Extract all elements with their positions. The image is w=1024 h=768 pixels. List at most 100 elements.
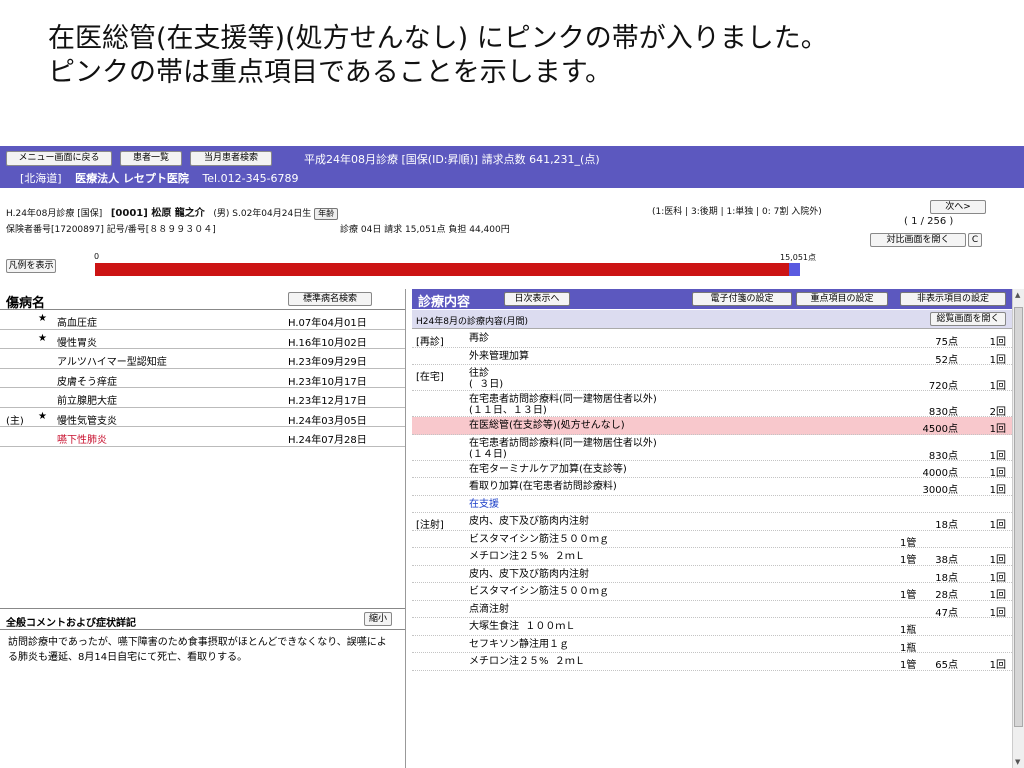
hidden-item-settings-button[interactable]: 非表示項目の設定 [900, 292, 1006, 306]
treatment-points: 830点 [928, 450, 958, 462]
treatment-count: 1回 [989, 572, 1006, 584]
disease-row[interactable]: 嚥下性肺炎 H.24年07月28日 [0, 427, 405, 447]
disease-list: ★ 高血圧症 H.07年04月01日 ★ 慢性胃炎 H.16年10月02日 アルツハイマー型… [0, 310, 405, 447]
treatment-row[interactable]: [再診] 再診 75点 1回 [412, 330, 1012, 348]
daily-view-button[interactable]: 日次表示へ [504, 292, 570, 306]
disease-start-date: H.24年07月28日 [288, 435, 367, 446]
claim-month: H.24年08月診療 [国保] [6, 209, 103, 219]
comment-header: 全般コメントおよび症状詳記 縮小 [0, 608, 405, 630]
treatment-quantity: 1瓶 [900, 642, 917, 654]
main-disease-marker: (主) [6, 415, 24, 427]
treatment-quantity: 1管 [900, 660, 917, 671]
treatment-row[interactable]: メチロン注２５% ２ｍＬ 1管 65点 1回 [412, 653, 1012, 671]
treatment-points: 4000点 [922, 467, 958, 479]
treatment-row[interactable]: セフキソン静注用１ｇ 1瓶 [412, 636, 1012, 654]
treatment-item: 往診 ( ３日) [469, 368, 504, 390]
treatment-item: 在宅ターミナルケア加算(在支診等) [469, 463, 627, 475]
caption-line-1: 在医総管(在支援等)(処方せんなし) にピンクの帯が入りました。 [48, 23, 828, 54]
show-legend-button[interactable]: 凡例を表示 [6, 259, 56, 273]
treatment-row[interactable]: [注射] 皮内、皮下及び筋肉内注射 18点 1回 [412, 513, 1012, 531]
scroll-down-arrow-icon[interactable]: ▼ [1015, 758, 1020, 766]
treatment-count: 1回 [989, 424, 1006, 435]
priority-item-settings-button[interactable]: 重点項目の設定 [796, 292, 888, 306]
treatment-row[interactable]: ビスタマイシン筋注５００ｍｇ 1管 28点 1回 [412, 583, 1012, 601]
treatment-item: セフキソン静注用１ｇ [469, 638, 569, 650]
treatment-item[interactable]: 在支援 [469, 499, 499, 510]
treatment-points: 28点 [935, 590, 958, 601]
treatment-item: ビスタマイシン筋注５００ｍｇ [469, 533, 609, 545]
treatment-row[interactable]: 外来管理加算 52点 1回 [412, 348, 1012, 366]
billing-points: 診療 04日 請求 15,051点 負担 44,400円 [340, 225, 510, 235]
treatment-row-highlighted[interactable]: 在医総管(在支診等)(処方せんなし) 4500点 1回 [412, 417, 1012, 435]
next-patient-button[interactable]: 次へ> [930, 200, 986, 214]
treatment-scrollbar[interactable]: ▲ ▼ [1012, 289, 1024, 768]
treatment-count: 1回 [989, 381, 1006, 392]
patient-info-line-1: H.24年08月診療 [国保] [0001] 松原 龍之介 (男) S.02年0… [6, 204, 339, 220]
treatment-row[interactable]: 在支援 [412, 496, 1012, 513]
treatment-row[interactable]: 在宅ターミナルケア加算(在支診等) 4000点 1回 [412, 461, 1012, 479]
treatment-category: [在宅] [416, 372, 444, 383]
scroll-up-arrow-icon[interactable]: ▲ [1015, 291, 1020, 299]
points-progress-bar [95, 263, 800, 276]
standard-disease-search-button[interactable]: 標準病名検索 [288, 292, 372, 306]
treatment-panel-header: 診療内容 日次表示へ 電子付箋の設定 重点項目の設定 非表示項目の設定 [412, 289, 1012, 310]
treatment-item: 皮内、皮下及び筋肉内注射 [469, 568, 589, 580]
treatment-subtitle: H24年8月の診療内容(月間) [416, 317, 528, 327]
disease-name: 慢性気管支炎 [57, 415, 117, 427]
treatment-row[interactable]: 大塚生食注 １００ｍＬ 1瓶 [412, 618, 1012, 636]
treatment-points: 4500点 [922, 424, 958, 435]
treatment-item: 在宅患者訪問診療料(同一建物居住者以外) (１４日) [469, 437, 657, 460]
slide-caption: 在医総管(在支援等)(処方せんなし) にピンクの帯が入りました。 ピンクの帯は重… [48, 22, 1008, 90]
treatment-category: [再診] [416, 337, 444, 348]
electronic-sticky-settings-button[interactable]: 電子付箋の設定 [692, 292, 792, 306]
scroll-thumb[interactable] [1014, 307, 1023, 727]
treatment-quantity: 1管 [900, 555, 917, 566]
treatment-item: 外来管理加算 [469, 350, 529, 362]
treatment-count: 1回 [989, 660, 1006, 671]
treatment-row[interactable]: 在宅患者訪問診療料(同一建物居住者以外) (１１日、１３日) 830点 2回 [412, 391, 1012, 418]
disease-row[interactable]: アルツハイマー型認知症 H.23年09月29日 [0, 349, 405, 369]
disease-row[interactable]: ★ 慢性胃炎 H.16年10月02日 [0, 330, 405, 349]
disease-row[interactable]: (主) ★ 慢性気管支炎 H.24年03月05日 [0, 408, 405, 427]
caption-line-2: ピンクの帯は重点項目であることを示します。 [48, 57, 613, 88]
treatment-row[interactable]: 在宅患者訪問診療料(同一建物居住者以外) (１４日) 830点 1回 [412, 435, 1012, 462]
insurer-number: 保険者番号[17200897] 記号/番号[８８９９３０４] [6, 225, 216, 235]
disease-row[interactable]: ★ 高血圧症 H.07年04月01日 [0, 310, 405, 330]
treatment-panel: 診療内容 日次表示へ 電子付箋の設定 重点項目の設定 非表示項目の設定 H24年… [412, 289, 1012, 768]
patient-list-button[interactable]: 患者一覧 [120, 151, 182, 166]
c-button[interactable]: C [968, 233, 982, 247]
treatment-row[interactable]: 皮内、皮下及び筋肉内注射 18点 1回 [412, 566, 1012, 584]
treatment-count: 1回 [989, 450, 1006, 462]
treatment-row[interactable]: メチロン注２５% ２ｍＬ 1管 38点 1回 [412, 548, 1012, 566]
billing-summary: 平成24年08月診療 [国保(ID:昇順)] 請求点数 641,231_(点) [304, 153, 600, 166]
back-to-menu-button[interactable]: メニュー画面に戻る [6, 151, 112, 166]
treatment-points: 65点 [935, 660, 958, 671]
disease-start-date: H.16年10月02日 [288, 337, 367, 349]
treatment-category: [注射] [416, 520, 444, 531]
insurance-legend: (1:医科 | 3:後期 | 1:単独 | 0: 7割 入院外) [652, 207, 822, 217]
compare-screen-button[interactable]: 対比画面を開く [870, 233, 966, 247]
treatment-quantity: 1管 [900, 590, 917, 601]
disease-row[interactable]: 皮膚そう痒症 H.23年10月17日 [0, 369, 405, 388]
clinic-info: [北海道] 医療法人 レセプト医院 Tel.012-345-6789 [20, 170, 309, 186]
treatment-points: 75点 [935, 337, 958, 348]
disease-row[interactable]: 前立腺肥大症 H.23年12月17日 [0, 388, 405, 408]
treatment-row[interactable]: 看取り加算(在宅患者訪問診療料) 3000点 1回 [412, 478, 1012, 496]
treatment-item: メチロン注２５% ２ｍＬ [469, 656, 585, 667]
treatment-item: 看取り加算(在宅患者訪問診療料) [469, 481, 617, 492]
treatment-quantity: 1管 [900, 537, 917, 549]
age-button[interactable]: 年齢 [314, 208, 339, 220]
treatment-count: 1回 [989, 607, 1006, 619]
treatment-item: ビスタマイシン筋注５００ｍｇ [469, 586, 609, 597]
treatment-points: 38点 [935, 555, 958, 566]
overview-screen-button[interactable]: 総覧画面を開く [930, 312, 1006, 326]
treatment-row[interactable]: 点滴注射 47点 1回 [412, 601, 1012, 619]
treatment-row[interactable]: ビスタマイシン筋注５００ｍｇ 1管 [412, 531, 1012, 549]
patient-sex-birth: (男) S.02年04月24日生 [213, 209, 312, 219]
treatment-row[interactable]: [在宅] 往診 ( ３日) 720点 1回 [412, 365, 1012, 392]
disease-start-date: H.07年04月01日 [288, 318, 367, 329]
disease-name: 嚥下性肺炎 [57, 435, 107, 446]
month-patient-search-button[interactable]: 当月患者検索 [190, 151, 272, 166]
shrink-button[interactable]: 縮小 [364, 612, 392, 626]
treatment-table: [再診] 再診 75点 1回 外来管理加算 52点 1回 [在宅] 往診 ( ３日) 720点 1回… [412, 330, 1012, 671]
